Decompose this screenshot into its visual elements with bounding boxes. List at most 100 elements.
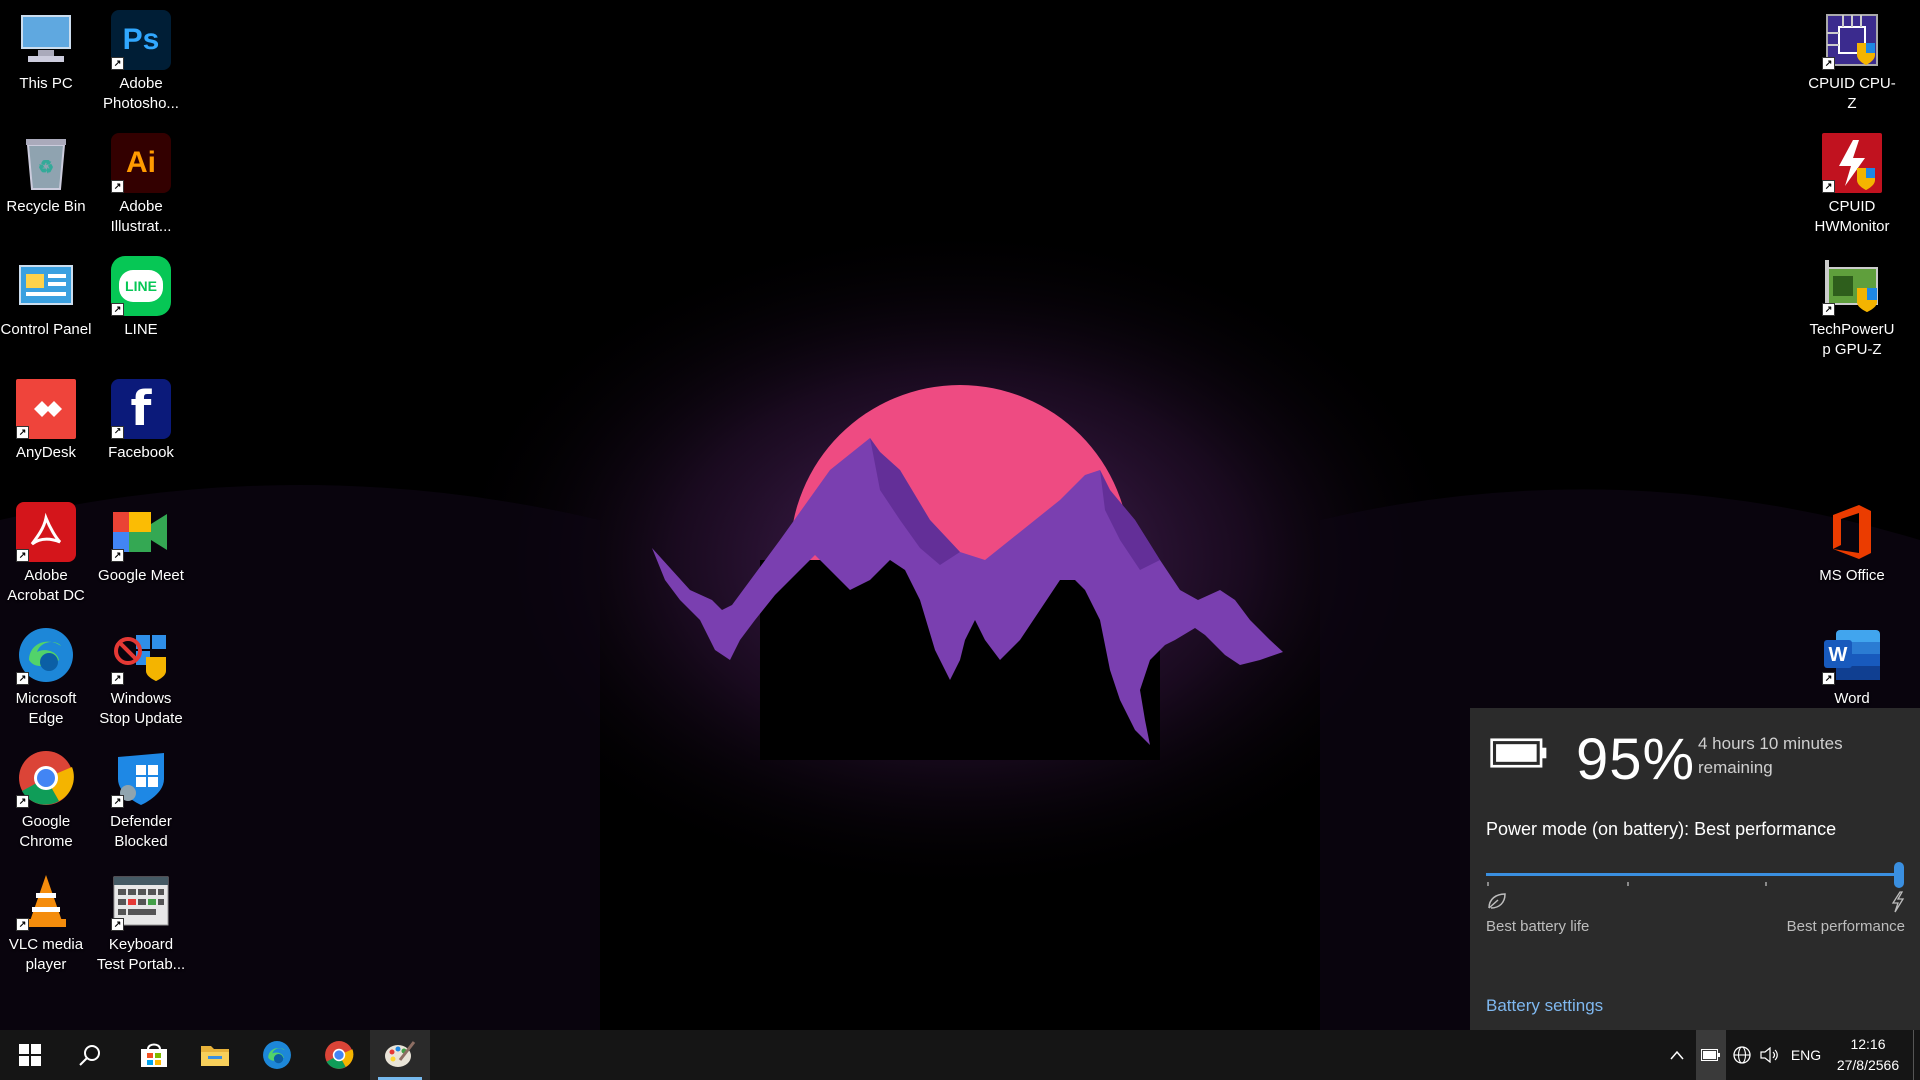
show-desktop-button[interactable]: [1913, 1030, 1920, 1080]
desktop-icon-microsoft-edge[interactable]: ↗ Microsoft Edge: [0, 617, 92, 737]
taskbar-edge[interactable]: [247, 1030, 307, 1080]
desktop-icon-label: Google Meet: [98, 567, 184, 584]
desktop-icon-recycle-bin[interactable]: ♻ Recycle Bin: [0, 125, 92, 245]
shortcut-arrow-icon: ↗: [111, 57, 124, 70]
desktop-icon-facebook[interactable]: f ↗ Facebook: [95, 371, 187, 491]
battery-time-remaining: 4 hours 10 minutes remaining: [1698, 734, 1843, 777]
taskbar-microsoft-store[interactable]: [124, 1030, 184, 1080]
edge-icon: ↗: [16, 625, 76, 685]
word-glyph: W: [1829, 644, 1848, 666]
microsoft-store-icon: [141, 1043, 167, 1067]
hwmonitor-icon: ↗: [1822, 133, 1882, 193]
globe-icon: [1733, 1046, 1751, 1064]
desktop-icon-cpu-z[interactable]: ↗ CPUID CPU-Z: [1806, 2, 1898, 122]
desktop-icon-hwmonitor[interactable]: ↗ CPUID HWMonitor: [1806, 125, 1898, 245]
shortcut-arrow-icon: ↗: [1822, 303, 1835, 316]
desktop-icon-ms-office[interactable]: MS Office: [1806, 494, 1898, 614]
shortcut-arrow-icon: ↗: [1822, 672, 1835, 685]
chrome-icon: [325, 1041, 354, 1069]
taskbar-file-explorer[interactable]: [185, 1030, 245, 1080]
shortcut-arrow-icon: ↗: [1822, 180, 1835, 193]
chrome-icon: ↗: [16, 748, 76, 808]
desktop-icon-label: Control Panel: [0, 321, 92, 338]
search-button[interactable]: [60, 1030, 120, 1080]
power-mode-label: Power mode (on battery): Best performanc…: [1486, 819, 1837, 839]
shortcut-arrow-icon: ↗: [16, 918, 29, 931]
desktop-icon-label: CPUID HWMonitor: [1814, 198, 1890, 235]
desktop-icon-label: AnyDesk: [15, 444, 77, 461]
anydesk-icon: ↗: [16, 379, 76, 439]
shortcut-arrow-icon: ↗: [111, 672, 124, 685]
windows-stop-update-icon: ↗: [111, 625, 171, 685]
desktop-icon-google-meet[interactable]: ↗ Google Meet: [95, 494, 187, 614]
tray-network-button[interactable]: [1728, 1030, 1756, 1080]
taskbar-paint[interactable]: [370, 1030, 430, 1080]
defender-blocked-icon: ↗: [111, 748, 171, 808]
vlc-icon: ↗: [16, 871, 76, 931]
desktop-icon-windows-stop-update[interactable]: ↗ Windows Stop Update: [95, 617, 187, 737]
input-language-indicator[interactable]: ENG: [1788, 1030, 1824, 1080]
desktop-icon-label: TechPowerUp GPU-Z: [1809, 321, 1895, 358]
tray-volume-button[interactable]: [1756, 1030, 1784, 1080]
keyboard-test-icon: ↗: [111, 871, 171, 931]
desktop-icon-gpu-z[interactable]: ↗ TechPowerUp GPU-Z: [1806, 248, 1898, 368]
best-battery-life-label: Best battery life: [1486, 918, 1590, 935]
cpu-z-icon: ↗: [1822, 10, 1882, 70]
shortcut-arrow-icon: ↗: [111, 918, 124, 931]
show-hidden-icons-button[interactable]: [1662, 1030, 1692, 1080]
paint-icon: [385, 1041, 416, 1067]
desktop-icon-keyboard-test[interactable]: ↗ Keyboard Test Portab...: [95, 863, 187, 983]
desktop-icon-google-chrome[interactable]: ↗ Google Chrome: [0, 740, 92, 860]
desktop-icon-label: CPUID CPU-Z: [1808, 75, 1896, 112]
file-explorer-icon: [201, 1046, 229, 1066]
desktop-icon-vlc[interactable]: ↗ VLC media player: [0, 863, 92, 983]
desktop-icon-anydesk[interactable]: ↗ AnyDesk: [0, 371, 92, 491]
battery-icon: [1701, 1049, 1720, 1061]
photoshop-glyph: Ps: [122, 23, 160, 56]
illustrator-icon: Ai ↗: [111, 133, 171, 193]
control-panel-icon: [16, 256, 76, 316]
battery-icon: [1490, 738, 1547, 768]
desktop-icon-label: VLC media player: [8, 936, 84, 973]
photoshop-icon: Ps ↗: [111, 10, 171, 70]
desktop-icon-label: Adobe Illustrat...: [110, 198, 172, 235]
shortcut-arrow-icon: ↗: [16, 549, 29, 562]
desktop-icon-adobe-acrobat[interactable]: ↗ Adobe Acrobat DC: [0, 494, 92, 614]
taskbar-clock[interactable]: 12:16 27/8/2566: [1828, 1034, 1908, 1076]
taskbar-chrome[interactable]: [309, 1030, 369, 1080]
start-button[interactable]: [0, 1030, 60, 1080]
desktop-icon-line[interactable]: LINE ↗ LINE: [95, 248, 187, 368]
svg-text:♻: ♻: [38, 157, 54, 177]
tray-battery-button[interactable]: [1696, 1030, 1726, 1080]
clock-time: 12:16: [1850, 1036, 1886, 1052]
search-icon: [79, 1045, 100, 1066]
desktop-icon-label: MS Office: [1819, 567, 1885, 584]
shortcut-arrow-icon: ↗: [111, 795, 124, 808]
slider-thumb[interactable]: [1894, 862, 1904, 888]
facebook-icon: f ↗: [111, 379, 171, 439]
battery-flyout: 95% 4 hours 10 minutes remaining Power m…: [1470, 708, 1920, 1030]
desktop-icon-control-panel[interactable]: Control Panel: [0, 248, 92, 368]
acrobat-icon: ↗: [16, 502, 76, 562]
best-performance-label: Best performance: [1786, 918, 1905, 935]
computer-icon: [16, 10, 76, 70]
shortcut-arrow-icon: ↗: [111, 549, 124, 562]
slider-track: [1486, 873, 1896, 876]
desktop-icon-label: Keyboard Test Portab...: [96, 936, 186, 973]
shortcut-arrow-icon: ↗: [111, 303, 124, 316]
battery-settings-link[interactable]: Battery settings: [1486, 996, 1603, 1016]
shortcut-arrow-icon: ↗: [16, 672, 29, 685]
slider-tick: [1765, 882, 1767, 886]
slider-tick: [1487, 882, 1489, 886]
illustrator-glyph: Ai: [126, 146, 156, 179]
gpu-z-icon: ↗: [1822, 256, 1882, 316]
desktop-icon-illustrator[interactable]: Ai ↗ Adobe Illustrat...: [95, 125, 187, 245]
desktop-icon-label: LINE: [124, 321, 158, 338]
desktop-icon-defender-blocked[interactable]: ↗ Defender Blocked: [95, 740, 187, 860]
battery-percentage: 95%: [1576, 727, 1696, 792]
desktop-icon-photoshop[interactable]: Ps ↗ Adobe Photosho...: [95, 2, 187, 122]
lightning-bolt-icon: [1891, 891, 1905, 913]
power-mode-slider[interactable]: [1486, 862, 1904, 888]
taskbar: ENG 12:16 27/8/2566: [0, 1030, 1920, 1080]
desktop-icon-this-pc[interactable]: This PC: [0, 2, 92, 122]
